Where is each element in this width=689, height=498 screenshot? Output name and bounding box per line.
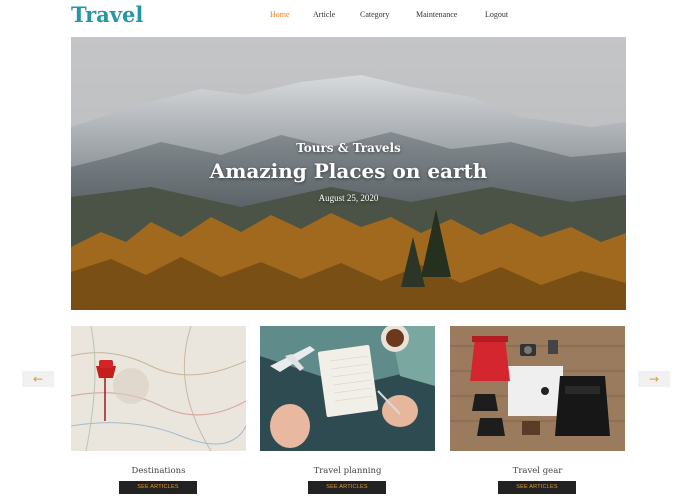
nav-category[interactable]: Category xyxy=(360,10,389,19)
card-title: Travel planning xyxy=(313,466,382,476)
map-with-pin-image xyxy=(71,326,246,451)
notebook-and-airplane-image xyxy=(260,326,435,451)
nav-home[interactable]: Home xyxy=(270,10,290,19)
site-logo[interactable]: Travel xyxy=(71,2,143,27)
arrow-right-icon[interactable]: → xyxy=(638,371,670,387)
nav-article[interactable]: Article xyxy=(313,10,335,19)
hero-subtitle: Tours & Travels xyxy=(296,141,401,155)
nav-logout[interactable]: Logout xyxy=(485,10,508,19)
card-travel-planning[interactable]: Travel planning SEE ARTICLES xyxy=(260,326,435,494)
see-articles-button[interactable]: SEE ARTICLES xyxy=(498,481,576,494)
see-articles-button[interactable]: SEE ARTICLES xyxy=(119,481,197,494)
card-title: Destinations xyxy=(131,466,186,476)
hero-date: August 25, 2020 xyxy=(318,193,379,203)
hero-title: Amazing Places on earth xyxy=(209,159,488,183)
card-travel-gear[interactable]: Travel gear SEE ARTICLES xyxy=(450,326,625,494)
packed-gear-flatlay-image xyxy=(450,326,625,451)
nav-maintenance[interactable]: Maintenance xyxy=(416,10,457,19)
hero-banner: Tours & Travels Amazing Places on earth … xyxy=(71,37,626,310)
arrow-left-icon[interactable]: ← xyxy=(22,371,54,387)
card-destinations[interactable]: Destinations SEE ARTICLES xyxy=(71,326,246,494)
see-articles-button[interactable]: SEE ARTICLES xyxy=(308,481,386,494)
card-title: Travel gear xyxy=(512,466,563,476)
